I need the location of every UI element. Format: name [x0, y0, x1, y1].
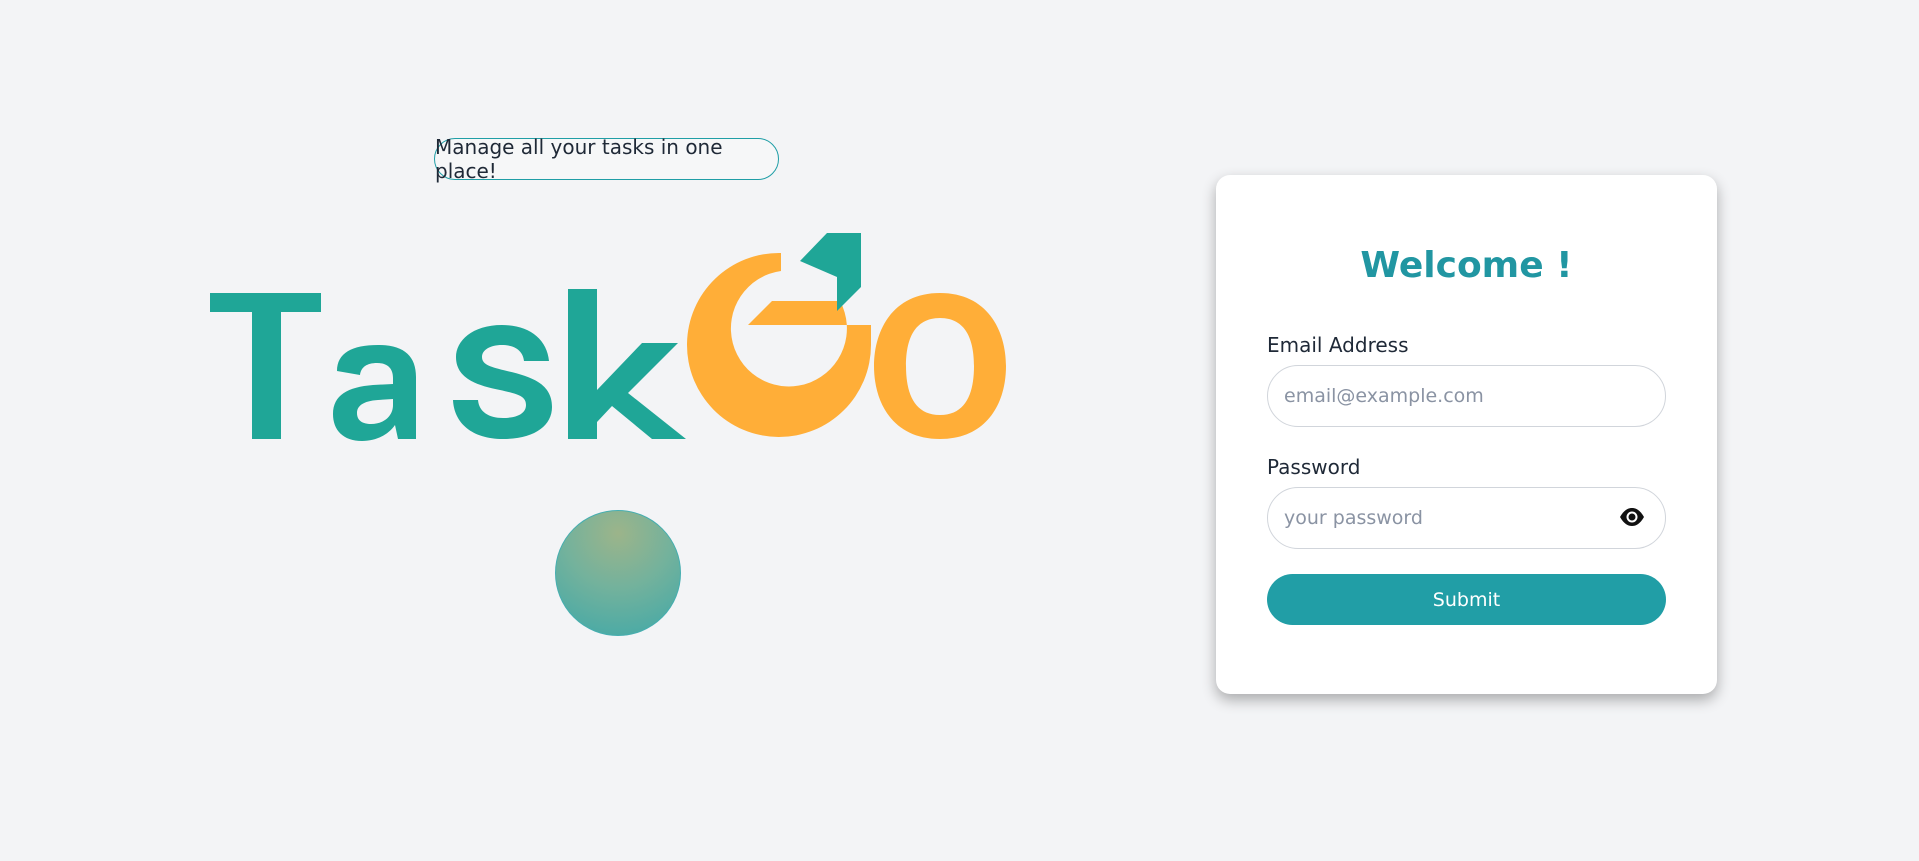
tagline-pill: Manage all your tasks in one place!: [434, 135, 779, 183]
password-field-wrapper: [1267, 487, 1666, 549]
decorative-orb: [555, 510, 681, 636]
submit-button[interactable]: Submit: [1267, 574, 1666, 625]
email-input[interactable]: [1268, 366, 1665, 426]
login-page: Manage all your tasks in one place! Welc…: [0, 0, 1919, 861]
welcome-title: Welcome !: [1360, 245, 1573, 286]
email-label: Email Address: [1267, 333, 1409, 357]
password-input[interactable]: [1268, 488, 1665, 548]
eye-icon[interactable]: [1619, 506, 1645, 528]
password-label: Password: [1267, 455, 1361, 479]
login-card: Welcome ! Email Address Password Submit: [1216, 175, 1717, 694]
email-field-wrapper: [1267, 365, 1666, 427]
tagline-text: Manage all your tasks in one place!: [435, 135, 723, 183]
taskgo-logo: [200, 225, 1020, 455]
